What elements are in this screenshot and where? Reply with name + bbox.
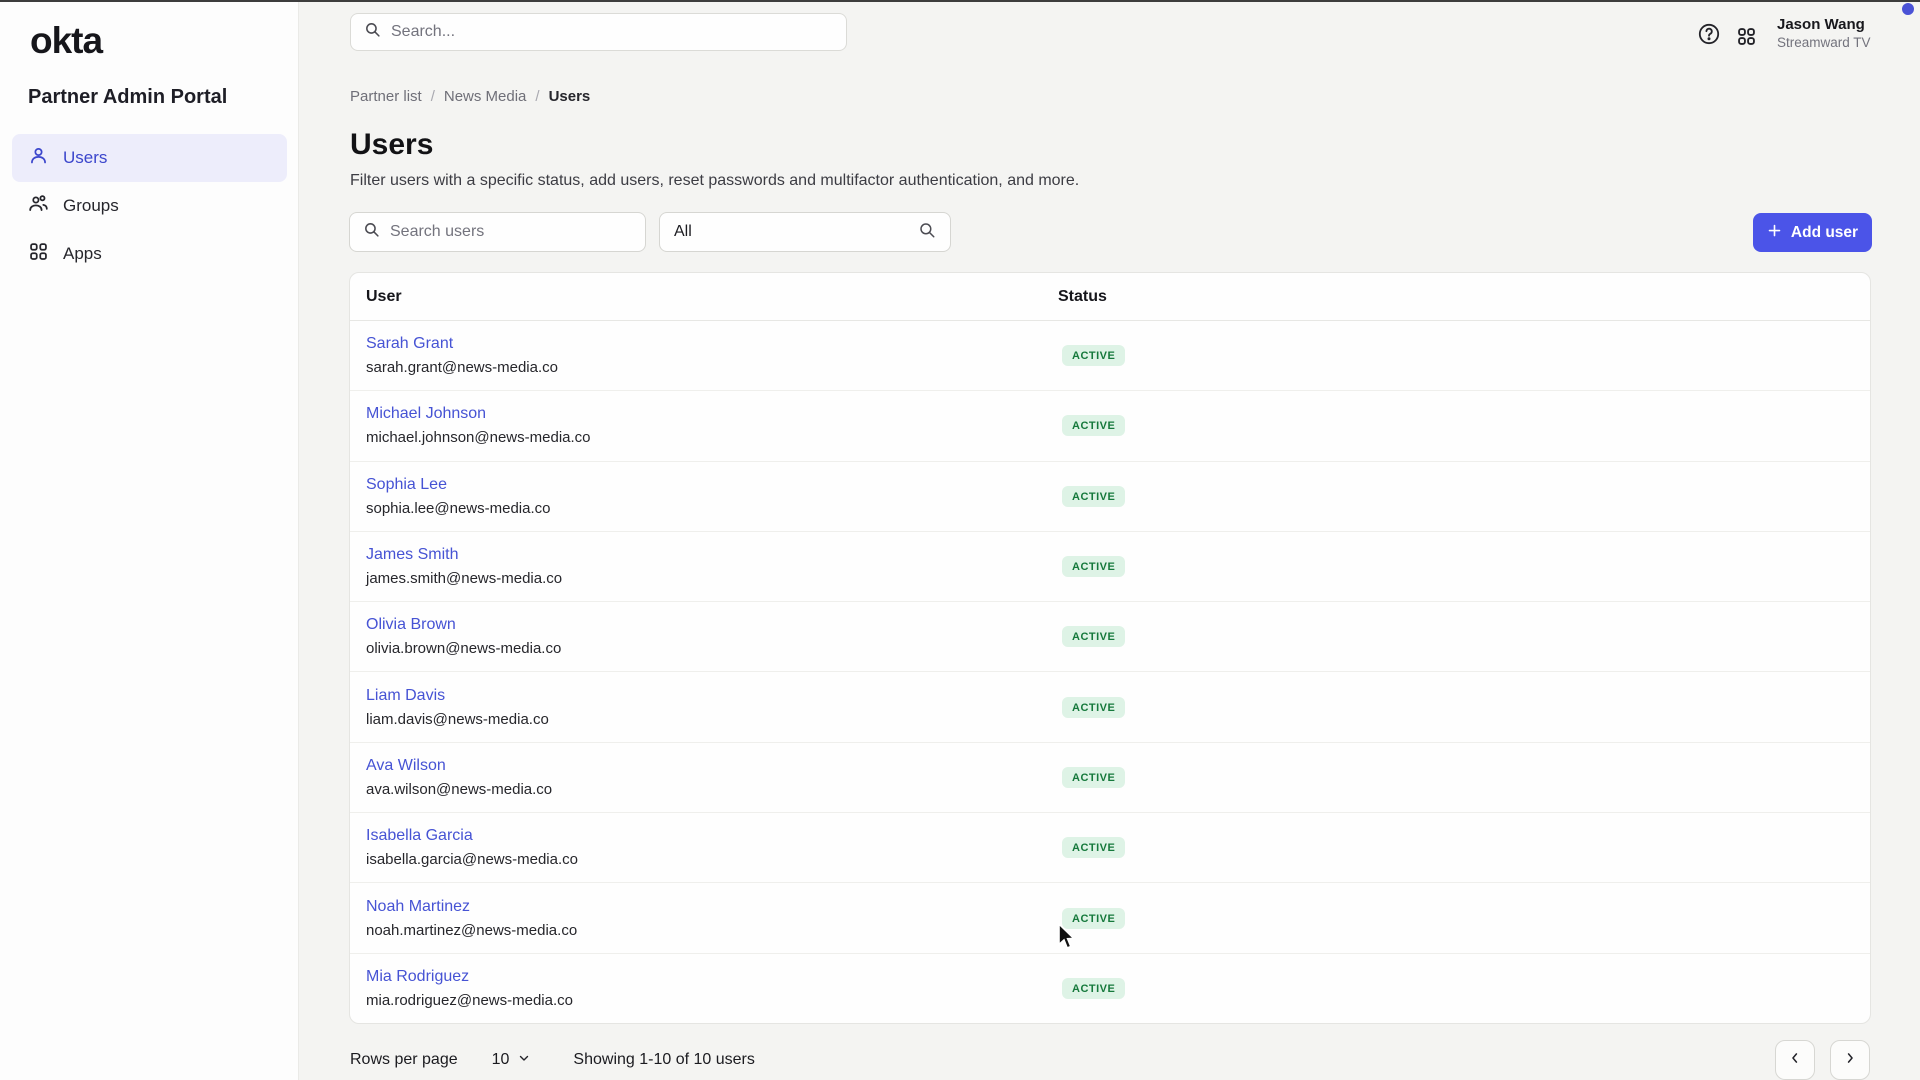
user-email: noah.martinez@news-media.co — [366, 922, 1058, 939]
add-user-label: Add user — [1791, 224, 1858, 242]
window-top-edge — [0, 0, 1920, 2]
column-header-user: User — [350, 288, 1058, 306]
user-email: isabella.garcia@news-media.co — [366, 851, 1058, 868]
pagination — [1775, 1040, 1870, 1080]
okta-logo: okta — [30, 20, 102, 62]
user-menu[interactable]: Jason Wang Streamward TV — [1777, 16, 1871, 50]
search-users-placeholder: Search users — [390, 223, 484, 241]
table-row: Noah Martinez noah.martinez@news-media.co… — [350, 883, 1870, 953]
status-filter-value: All — [674, 223, 918, 241]
user-email: mia.rodriguez@news-media.co — [366, 992, 1058, 1009]
portal-title: Partner Admin Portal — [28, 86, 227, 109]
chevron-right-icon — [1843, 1051, 1857, 1070]
chevron-left-icon — [1788, 1051, 1802, 1070]
status-filter-dropdown[interactable]: All — [659, 212, 951, 252]
table-footer: Rows per page 10 Showing 1-10 of 10 user… — [350, 1040, 1872, 1080]
status-badge: ACTIVE — [1062, 345, 1125, 366]
user-link[interactable]: Sophia Lee — [366, 476, 1058, 494]
sidebar-item-users[interactable]: Users — [12, 134, 287, 182]
search-icon — [918, 221, 936, 244]
groups-icon — [28, 193, 49, 219]
breadcrumb: Partner list / News Media / Users — [350, 88, 590, 105]
user-email: michael.johnson@news-media.co — [366, 429, 1058, 446]
breadcrumb-users: Users — [549, 88, 591, 105]
status-badge: ACTIVE — [1062, 626, 1125, 647]
page-title: Users — [350, 128, 433, 162]
chevron-down-icon — [517, 1051, 531, 1070]
table-row: Michael Johnson michael.johnson@news-medi… — [350, 391, 1870, 461]
user-link[interactable]: Liam Davis — [366, 687, 1058, 705]
table-row: Isabella Garcia isabella.garcia@news-medi… — [350, 813, 1870, 883]
search-users-input[interactable]: Search users — [349, 212, 646, 252]
rows-per-page-dropdown[interactable]: 10 — [492, 1051, 532, 1070]
plus-icon — [1767, 223, 1782, 243]
app-switcher-icon[interactable] — [1733, 23, 1759, 49]
page-subtitle: Filter users with a specific status, add… — [350, 172, 1079, 190]
column-header-status: Status — [1058, 288, 1107, 306]
sidebar-item-groups[interactable]: Groups — [12, 182, 287, 230]
sidebar-item-label: Users — [63, 148, 107, 168]
user-email: ava.wilson@news-media.co — [366, 781, 1058, 798]
status-badge: ACTIVE — [1062, 767, 1125, 788]
user-link[interactable]: James Smith — [366, 546, 1058, 564]
recording-indicator-dot — [1902, 3, 1914, 15]
add-user-button[interactable]: Add user — [1753, 213, 1872, 252]
user-link[interactable]: Noah Martinez — [366, 898, 1058, 916]
user-link[interactable]: Olivia Brown — [366, 616, 1058, 634]
breadcrumb-separator: / — [431, 88, 435, 105]
user-email: sarah.grant@news-media.co — [366, 359, 1058, 376]
user-icon — [28, 145, 49, 171]
user-email: liam.davis@news-media.co — [366, 711, 1058, 728]
global-search-input[interactable]: Search... — [350, 13, 847, 51]
apps-grid-icon — [28, 241, 49, 267]
table-row: James Smith james.smith@news-media.co ACT… — [350, 532, 1870, 602]
search-icon — [364, 21, 381, 43]
help-button[interactable] — [1696, 21, 1722, 47]
status-badge: ACTIVE — [1062, 908, 1125, 929]
status-badge: ACTIVE — [1062, 978, 1125, 999]
user-email: sophia.lee@news-media.co — [366, 500, 1058, 517]
breadcrumb-partner-list[interactable]: Partner list — [350, 88, 422, 105]
table-body: Sarah Grant sarah.grant@news-media.co ACT… — [350, 321, 1870, 1024]
table-row: Sarah Grant sarah.grant@news-media.co ACT… — [350, 321, 1870, 391]
table-row: Ava Wilson ava.wilson@news-media.co ACTIV… — [350, 743, 1870, 813]
global-search-placeholder: Search... — [391, 23, 455, 41]
breadcrumb-separator: / — [535, 88, 539, 105]
sidebar-nav: Users Groups Apps — [12, 134, 287, 278]
table-row: Mia Rodriguez mia.rodriguez@news-media.co… — [350, 954, 1870, 1024]
status-badge: ACTIVE — [1062, 697, 1125, 718]
rows-per-page-label: Rows per page — [350, 1051, 458, 1069]
user-link[interactable]: Michael Johnson — [366, 405, 1058, 423]
status-badge: ACTIVE — [1062, 556, 1125, 577]
search-icon — [363, 221, 380, 243]
sidebar: okta Partner Admin Portal Users Groups A… — [0, 0, 299, 1080]
table-row: Liam Davis liam.davis@news-media.co ACTIV… — [350, 672, 1870, 742]
user-name: Jason Wang — [1777, 16, 1871, 33]
next-page-button[interactable] — [1830, 1040, 1870, 1080]
user-email: olivia.brown@news-media.co — [366, 640, 1058, 657]
rows-per-page-value: 10 — [492, 1051, 510, 1069]
table-row: Sophia Lee sophia.lee@news-media.co ACTIV… — [350, 462, 1870, 532]
table-header-row: User Status — [350, 273, 1870, 321]
status-badge: ACTIVE — [1062, 415, 1125, 436]
sidebar-item-label: Groups — [63, 196, 119, 216]
user-link[interactable]: Sarah Grant — [366, 335, 1058, 353]
users-table: User Status Sarah Grant sarah.grant@news-… — [349, 272, 1871, 1024]
showing-count-text: Showing 1-10 of 10 users — [573, 1051, 754, 1069]
breadcrumb-news-media[interactable]: News Media — [444, 88, 527, 105]
user-org: Streamward TV — [1777, 35, 1871, 50]
user-link[interactable]: Isabella Garcia — [366, 827, 1058, 845]
user-link[interactable]: Ava Wilson — [366, 757, 1058, 775]
sidebar-item-apps[interactable]: Apps — [12, 230, 287, 278]
status-badge: ACTIVE — [1062, 837, 1125, 858]
sidebar-item-label: Apps — [63, 244, 102, 264]
status-badge: ACTIVE — [1062, 486, 1125, 507]
previous-page-button[interactable] — [1775, 1040, 1815, 1080]
table-row: Olivia Brown olivia.brown@news-media.co A… — [350, 602, 1870, 672]
user-link[interactable]: Mia Rodriguez — [366, 968, 1058, 986]
user-email: james.smith@news-media.co — [366, 570, 1058, 587]
